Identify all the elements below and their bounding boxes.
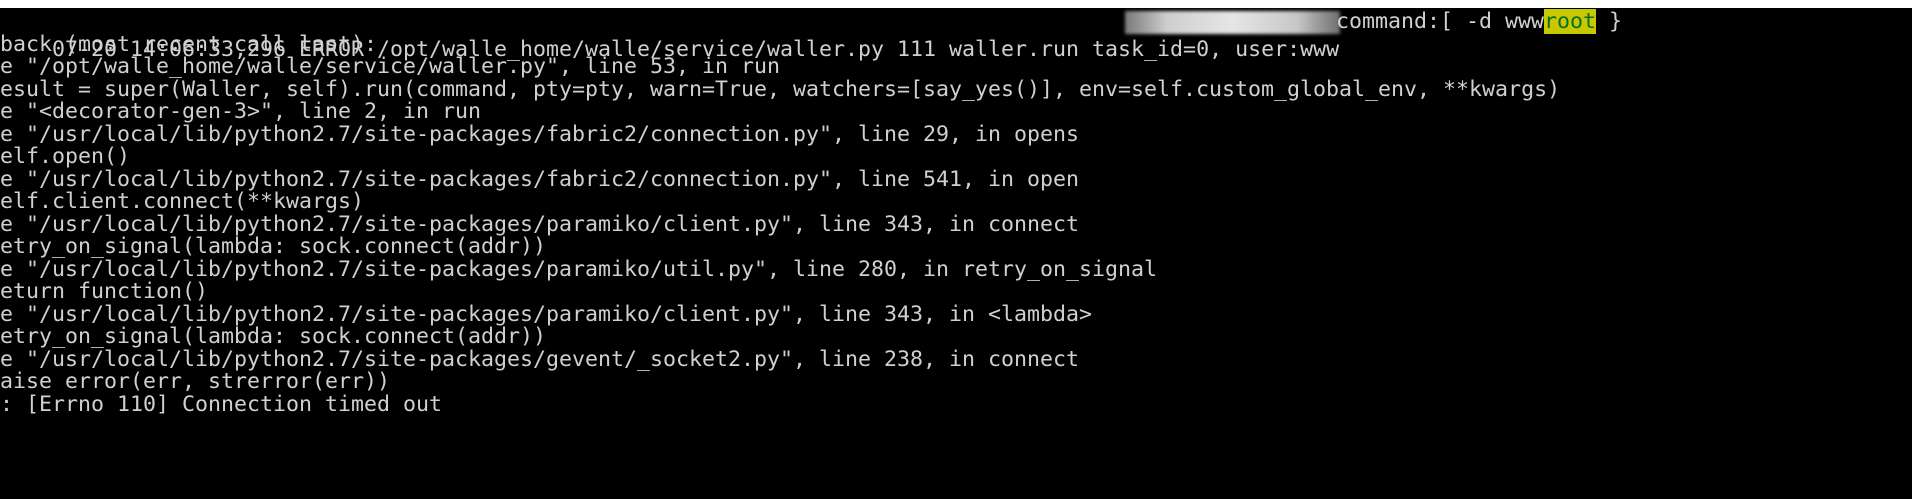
redacted-region	[1125, 11, 1340, 34]
log-header-right: command:[ -d wwwroot }	[1336, 8, 1622, 36]
log-header-trailing-text: }	[1596, 9, 1623, 34]
log-header-right-text: command:[ -d www	[1336, 9, 1545, 34]
root-highlight: root	[1544, 9, 1597, 34]
terminal-output[interactable]: 07-20 14:06:33,296 ERROR /opt/walle_home…	[0, 8, 1912, 499]
error-message-line: : [Errno 110] Connection timed out	[0, 391, 443, 417]
traceback-line: e "/usr/local/lib/python2.7/site-package…	[0, 121, 1080, 147]
window-top-edge	[0, 0, 1912, 8]
